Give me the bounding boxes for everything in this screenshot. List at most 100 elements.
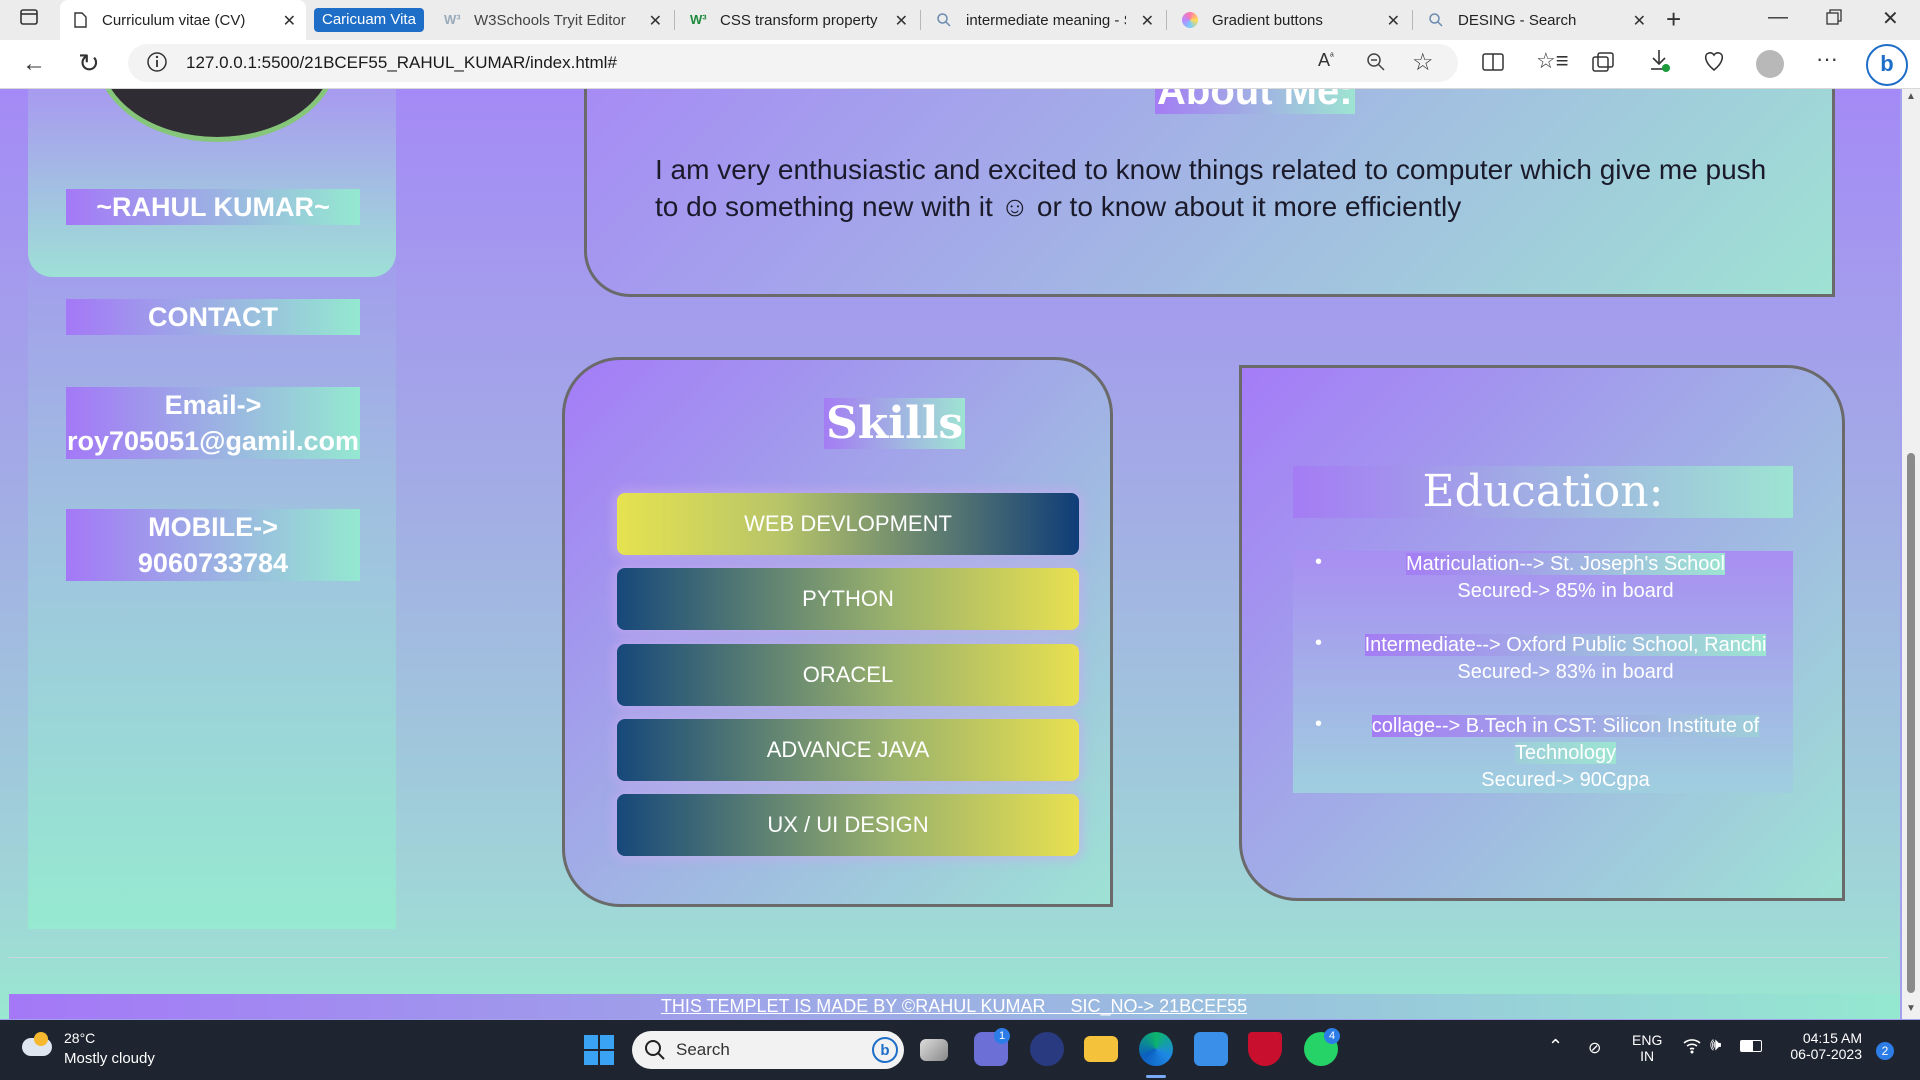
taskbar-search[interactable]: Search b: [632, 1031, 904, 1069]
education-item-title: collage--> B.Tech in CST: Silicon Instit…: [1371, 715, 1760, 764]
tab-group-chip[interactable]: Caricuam Vita: [314, 8, 424, 32]
profile-card: ~RAHUL KUMAR~: [28, 89, 396, 277]
start-button[interactable]: [584, 1035, 614, 1065]
info-icon[interactable]: [146, 51, 168, 79]
task-view-icon[interactable]: [920, 1039, 948, 1061]
bing-copilot-icon[interactable]: b: [1866, 44, 1908, 86]
document-icon: [72, 12, 88, 28]
skill-python[interactable]: PYTHON: [617, 568, 1079, 630]
tab-desing-search[interactable]: DESING - Search ✕: [1416, 0, 1656, 40]
notification-badge[interactable]: 2: [1876, 1042, 1894, 1060]
tab-separator: [920, 10, 921, 30]
tab-label: intermediate meaning - S: [966, 11, 1126, 29]
volume-icon[interactable]: 🕪: [1710, 1034, 1721, 1055]
search-icon: [644, 1039, 666, 1066]
mcafee-icon[interactable]: [1248, 1032, 1282, 1066]
tab-label: W3Schools Tryit Editor: [474, 11, 626, 29]
battery-icon[interactable]: [1740, 1040, 1762, 1052]
bullet: •: [1315, 632, 1323, 654]
network-off-icon[interactable]: ⊘: [1588, 1038, 1601, 1058]
close-tab-icon[interactable]: ✕: [895, 11, 908, 31]
sun-icon: [34, 1032, 48, 1046]
weather-widget[interactable]: 28°C Mostly cloudy: [20, 1030, 170, 1070]
restore-icon[interactable]: [1826, 8, 1842, 31]
skills-section: Skills WEB DEVLOPMENT PYTHON ORACEL ADVA…: [562, 357, 1113, 907]
email-label: Email->: [164, 390, 262, 420]
education-item-score: Secured-> 83% in board: [1457, 661, 1674, 683]
teams-badge: 1: [994, 1028, 1010, 1044]
mobile-value: 9060733784: [137, 548, 289, 578]
about-text: I am very enthusiastic and excited to kn…: [655, 154, 1767, 222]
education-item-title: Matriculation--> St. Joseph's School: [1406, 553, 1725, 575]
refresh-icon[interactable]: ↻: [78, 48, 100, 79]
skills-title: Skills: [824, 398, 966, 449]
close-tab-icon[interactable]: ✕: [649, 11, 662, 31]
education-item-score: Secured-> 85% in board: [1457, 580, 1674, 602]
tab-separator: [1166, 10, 1167, 30]
footer-link[interactable]: THIS TEMPLET IS MADE BY ©RAHUL KUMAR SIC…: [661, 996, 1247, 1016]
scroll-up-arrow-icon[interactable]: ▲: [1906, 91, 1916, 102]
scroll-down-arrow-icon[interactable]: ▼: [1906, 1003, 1916, 1014]
edge-icon[interactable]: [1139, 1032, 1173, 1066]
minimize-icon[interactable]: —: [1768, 6, 1788, 29]
tab-gradient-buttons[interactable]: Gradient buttons ✕: [1170, 0, 1410, 40]
tab-css-transform[interactable]: W³ CSS transform property ✕: [678, 0, 918, 40]
tab-w3schools[interactable]: W³ W3Schools Tryit Editor ✕: [432, 0, 672, 40]
favorite-star-icon[interactable]: ☆: [1412, 48, 1434, 77]
new-tab-icon[interactable]: +: [1666, 4, 1681, 35]
read-aloud-icon[interactable]: Aᵃ: [1318, 50, 1334, 71]
search-placeholder: Search: [676, 1040, 730, 1059]
zoom-icon[interactable]: [1366, 52, 1386, 78]
url-text[interactable]: 127.0.0.1:5500/21BCEF55_RAHUL_KUMAR/inde…: [186, 53, 617, 73]
skill-oracle[interactable]: ORACEL: [617, 644, 1079, 706]
tab-curriculum-vitae[interactable]: Curriculum vitae (CV) ✕: [60, 0, 306, 40]
wifi-icon[interactable]: [1682, 1036, 1702, 1059]
app-icon[interactable]: [1030, 1032, 1064, 1066]
tab-actions-icon[interactable]: [20, 8, 38, 32]
file-explorer-icon[interactable]: [1084, 1036, 1118, 1062]
gradient-favicon: [1182, 12, 1198, 28]
page-viewport: ~RAHUL KUMAR~ CONTACT Email-> roy705051@…: [0, 89, 1900, 1019]
close-tab-icon[interactable]: ✕: [1141, 11, 1154, 31]
favorites-icon[interactable]: ☆≡: [1536, 48, 1569, 74]
close-tab-icon[interactable]: ✕: [283, 11, 296, 31]
email-value[interactable]: roy705051@gamil.com: [66, 423, 360, 459]
profile-name: ~RAHUL KUMAR~: [66, 189, 360, 225]
education-item-score: Secured-> 90Cgpa: [1481, 769, 1650, 791]
whatsapp-badge: 4: [1324, 1028, 1340, 1044]
collections-icon[interactable]: [1592, 52, 1614, 78]
page-scrollbar[interactable]: ▲ ▼: [1902, 89, 1920, 1019]
back-icon[interactable]: ←: [22, 50, 46, 78]
store-icon[interactable]: [1194, 1032, 1228, 1066]
mobile-box: MOBILE-> 9060733784: [66, 509, 360, 581]
downloads-icon[interactable]: [1648, 48, 1670, 80]
contact-heading: CONTACT: [66, 299, 360, 335]
sidebar: ~RAHUL KUMAR~ CONTACT Email-> roy705051@…: [28, 89, 396, 929]
skill-ux-ui-design[interactable]: UX / UI DESIGN: [617, 794, 1079, 856]
bullet: •: [1315, 713, 1323, 735]
mobile-label: MOBILE->: [148, 512, 278, 542]
profile-avatar[interactable]: [1756, 50, 1784, 78]
show-hidden-icons-icon[interactable]: ⌃: [1548, 1036, 1563, 1057]
scrollbar-thumb[interactable]: [1907, 453, 1915, 993]
tab-intermediate-meaning[interactable]: intermediate meaning - S ✕: [924, 0, 1164, 40]
education-item-title: Intermediate--> Oxford Public School, Ra…: [1364, 634, 1767, 656]
clock[interactable]: 04:15 AM 06-07-2023: [1782, 1030, 1862, 1062]
split-screen-icon[interactable]: [1482, 52, 1504, 78]
browser-essentials-icon[interactable]: [1702, 50, 1726, 78]
skill-web-development[interactable]: WEB DEVLOPMENT: [617, 493, 1079, 555]
about-section: About Me: I am very enthusiastic and exc…: [584, 89, 1835, 297]
search-icon: [936, 12, 952, 28]
profile-photo: [96, 89, 338, 142]
address-bar[interactable]: 127.0.0.1:5500/21BCEF55_RAHUL_KUMAR/inde…: [128, 44, 1458, 82]
bullet: •: [1315, 551, 1323, 573]
skill-advance-java[interactable]: ADVANCE JAVA: [617, 719, 1079, 781]
more-options-icon[interactable]: ···: [1816, 46, 1838, 72]
weather-temp: 28°C: [64, 1030, 96, 1046]
language-indicator[interactable]: ENG IN: [1632, 1032, 1662, 1064]
close-window-icon[interactable]: ✕: [1882, 6, 1899, 31]
tab-label: DESING - Search: [1458, 11, 1577, 29]
close-tab-icon[interactable]: ✕: [1387, 11, 1400, 31]
address-toolbar: ← ↻ 127.0.0.1:5500/21BCEF55_RAHUL_KUMAR/…: [0, 40, 1920, 89]
close-tab-icon[interactable]: ✕: [1633, 11, 1646, 31]
